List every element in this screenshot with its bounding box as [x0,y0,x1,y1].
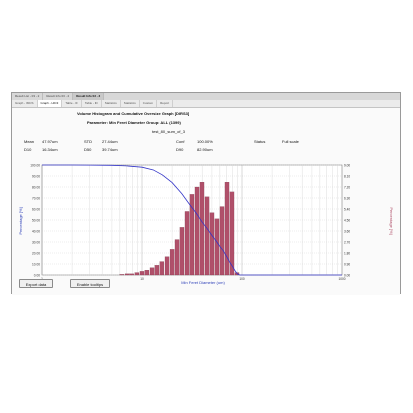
histogram-bar [209,212,215,276]
doc-tab-result-info-3[interactable]: Result Info 03 - 3 [73,93,105,100]
histogram-bar [204,196,210,276]
graph-panel: Volume Histogram and Cumulative Oversize… [12,108,400,295]
y-axis-label-left: Percentage [%] [18,207,23,234]
y-tick-label-left: 50.00 [32,218,40,222]
histogram-bar [134,272,140,276]
histogram-bar [214,218,220,276]
tab-custom[interactable]: Custom [140,100,158,107]
histogram-bar [194,186,200,276]
y-axis-label-right: Percentage [%] [389,207,394,234]
histogram-bar [159,261,165,276]
histogram-bar [149,267,155,276]
histogram-bar [124,273,130,276]
histogram-bar [184,211,190,276]
y-tick-label-right: 8.10 [344,174,350,178]
x-axis-label: Min Feret Diameter (um) [181,280,225,285]
histogram-bar [189,194,195,276]
view-tab-bar: Graph - IMCS Graph - HIC3 Table - IF Tab… [12,100,400,108]
export-data-button[interactable]: Export data [19,279,53,288]
y-tick-label-left: 70.00 [32,196,40,200]
histogram-bar [164,256,170,276]
doc-tab-result-list[interactable]: Result List - 03 - 2 [12,93,44,100]
histogram-bar [129,273,134,276]
tab-graph-hic3[interactable]: Graph - HIC3 [37,100,63,107]
y-tick-label-left: 80.00 [32,185,40,189]
y-tick-label-left: 100.00 [30,163,40,167]
histogram-bar [199,182,205,276]
y-tick-label-right: 2.70 [344,240,350,244]
tab-statistics-2[interactable]: Statistics [121,100,140,107]
histogram-bar [224,182,230,276]
tab-table-if[interactable]: Table - IF [62,100,82,107]
y-tick-label-left: 20.00 [32,251,40,255]
histogram-bar [139,271,145,276]
y-tick-label-left: 0.00 [34,273,40,277]
histogram-bar [179,227,185,276]
y-tick-label-left: 30.00 [32,240,40,244]
y-tick-label-left: 40.00 [32,229,40,233]
y-tick-label-right: 7.20 [344,185,350,189]
y-tick-label-left: 60.00 [32,207,40,211]
y-tick-label-right: 5.40 [344,207,350,211]
y-tick-label-right: 3.60 [344,229,350,233]
histogram-bar [169,249,175,276]
histogram-bar [154,265,160,276]
y-tick-label-right: 9.00 [344,163,350,167]
histogram-bar [119,274,125,276]
tab-graph-imcs[interactable]: Graph - IMCS [12,100,38,107]
x-tick-label: 1000 [338,277,345,281]
doc-tab-result-info-2[interactable]: Result Info 03 - 2 [43,93,74,100]
tab-report[interactable]: Report [157,100,174,107]
y-tick-label-left: 10.00 [32,262,40,266]
x-tick-label: 10 [140,277,144,281]
result-window: Result List - 03 - 2 Result Info 03 - 2 … [11,92,401,295]
y-tick-label-right: 1.80 [344,251,350,255]
histogram-bar [229,191,235,276]
enable-tooltips-button[interactable]: Enable tooltips [70,279,110,288]
histogram-bar [144,270,150,276]
histogram-bar [174,239,180,276]
y-tick-label-right: 0.90 [344,262,350,266]
y-tick-label-right: 6.30 [344,196,350,200]
tab-statistics[interactable]: Statistics [102,100,121,107]
histogram-bar [219,206,225,276]
x-tick-label: 100 [239,277,245,281]
tab-table-id[interactable]: Table - ID [82,100,102,107]
y-tick-label-right: 4.50 [344,218,350,222]
y-tick-label-left: 90.00 [32,174,40,178]
histogram-chart: Percentage [%] Percentage [%] Min Feret … [18,163,394,285]
